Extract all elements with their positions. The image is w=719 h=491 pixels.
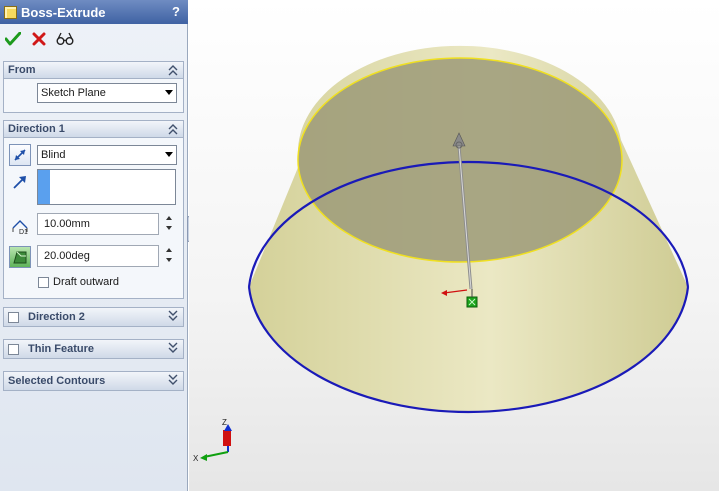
chevron-down-icon: [168, 310, 178, 321]
triad-z-label: Z: [222, 418, 227, 427]
draft-icon: [13, 251, 27, 264]
depth-icon: D1: [9, 214, 31, 236]
triad-y-label: X: [193, 454, 199, 463]
selection-highlight: [38, 170, 50, 204]
depth-dimension-icon: D1: [12, 220, 28, 235]
draft-angle-spinner[interactable]: [163, 245, 175, 267]
reverse-direction-icon: [14, 149, 26, 161]
from-group-title: From: [8, 64, 36, 76]
svg-text:D1: D1: [19, 229, 28, 235]
dropdown-arrow-icon: [165, 152, 173, 157]
detailed-preview-button[interactable]: [56, 30, 74, 48]
ok-button[interactable]: [4, 30, 22, 48]
triad-y-axis: [203, 451, 229, 458]
draft-angle-value: 20.00deg: [44, 250, 90, 262]
direction-selection-box[interactable]: [37, 169, 176, 205]
direction1-group: Direction 1 Blind D1 10.00mm 20.00deg Dr…: [3, 120, 184, 299]
end-condition-value: Blind: [41, 149, 66, 161]
spin-down-icon[interactable]: [166, 226, 172, 230]
thin-feature-checkbox[interactable]: [8, 343, 19, 355]
checkmark-icon: [5, 32, 21, 46]
draft-toggle-button[interactable]: [9, 246, 31, 268]
close-icon: [32, 32, 46, 46]
start-condition-select[interactable]: Sketch Plane: [37, 83, 177, 103]
depth-input[interactable]: 10.00mm: [37, 213, 159, 235]
selected-contours-group: Selected Contours: [3, 371, 184, 391]
direction2-group-title: Direction 2: [28, 311, 85, 323]
draft-outward-checkbox[interactable]: [38, 276, 49, 288]
thin-feature-group-header[interactable]: Thin Feature: [4, 340, 183, 358]
direction1-group-title: Direction 1: [8, 123, 65, 135]
draft-angle-input[interactable]: 20.00deg: [37, 245, 159, 267]
depth-value: 10.00mm: [44, 218, 90, 230]
thin-feature-group-title: Thin Feature: [28, 343, 95, 355]
chevron-up-icon: [168, 65, 178, 76]
draft-outward-label: Draft outward: [53, 276, 120, 288]
selected-contours-group-title: Selected Contours: [8, 375, 106, 387]
help-button[interactable]: ?: [172, 4, 180, 19]
direction2-group: Direction 2: [3, 307, 184, 327]
spin-down-icon[interactable]: [166, 258, 172, 262]
property-manager-panel: Boss-Extrude ? From Sketch Plane Directi…: [0, 0, 188, 491]
spin-up-icon[interactable]: [166, 216, 172, 220]
chevron-down-icon: [168, 342, 178, 353]
chevron-down-icon: [168, 374, 178, 385]
spin-up-icon[interactable]: [166, 248, 172, 252]
pm-title-bar: Boss-Extrude ?: [0, 0, 188, 24]
reference-triad: Z X: [193, 418, 232, 463]
selected-contours-group-header[interactable]: Selected Contours: [4, 372, 183, 390]
direction-of-extrusion-icon: [9, 171, 31, 193]
dropdown-arrow-icon: [165, 90, 173, 95]
pm-title: Boss-Extrude: [21, 4, 106, 20]
pm-action-buttons: [4, 29, 74, 49]
arrow-up-right-icon: [13, 176, 26, 189]
triad-x-block: [223, 430, 231, 446]
depth-spinner[interactable]: [163, 213, 175, 235]
cancel-button[interactable]: [30, 30, 48, 48]
reverse-direction-button[interactable]: [9, 144, 31, 166]
from-group-header[interactable]: From: [4, 62, 183, 79]
direction2-checkbox[interactable]: [8, 311, 19, 323]
direction1-group-header[interactable]: Direction 1: [4, 121, 183, 138]
model-view: Z X: [193, 45, 690, 463]
draft-outward-option[interactable]: Draft outward: [38, 276, 119, 288]
boss-extrude-icon: [4, 5, 17, 19]
chevron-up-icon: [168, 124, 178, 135]
start-condition-value: Sketch Plane: [41, 87, 106, 99]
end-condition-select[interactable]: Blind: [37, 145, 177, 165]
from-group: From Sketch Plane: [3, 61, 184, 113]
graphics-viewport[interactable]: Z X: [189, 0, 719, 491]
triad-y-arrowhead: [200, 454, 207, 461]
glasses-icon: [56, 32, 74, 45]
thin-feature-group: Thin Feature: [3, 339, 184, 359]
direction2-group-header[interactable]: Direction 2: [4, 308, 183, 326]
